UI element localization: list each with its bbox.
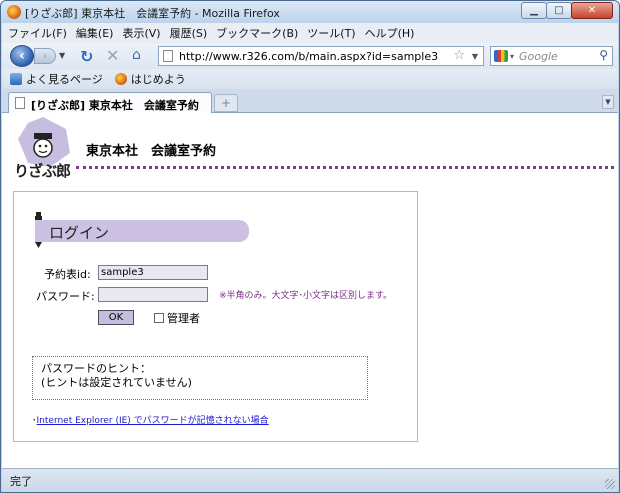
bookmark-star-icon[interactable]: ☆ [453, 48, 465, 63]
url-bar[interactable]: ☆ ▼ [158, 46, 484, 66]
ie-help: ･Internet Explorer (IE) でパスワードが記憶されない場合 [32, 413, 269, 426]
login-heading: ログイン [49, 224, 110, 242]
menu-view[interactable]: 表示(V) [122, 25, 160, 41]
history-dropdown-icon[interactable]: ▼ [59, 51, 65, 60]
menu-help[interactable]: ヘルプ(H) [365, 25, 415, 41]
status-bar: 完了 [2, 468, 618, 492]
window-title: [りざぶ郎] 東京本社 会議室予約 - Mozilla Firefox [25, 7, 280, 20]
bookmarks-toolbar: よく見るページ はじめよう [2, 69, 618, 89]
status-text: 完了 [10, 475, 32, 488]
page-icon [15, 97, 25, 109]
menu-edit[interactable]: 編集(E) [76, 25, 114, 41]
back-button[interactable]: ‹ [10, 45, 34, 67]
hint-title: パスワードのヒント： [41, 362, 151, 375]
bookmark-label: はじめよう [130, 73, 186, 86]
new-tab-button[interactable]: + [214, 94, 238, 112]
window-controls: ▁ □ ✕ [521, 2, 613, 19]
password-note: ※半角のみ。大文字･小文字は区別します。 [219, 291, 393, 301]
stop-icon[interactable]: ✕ [106, 46, 119, 65]
hint-body: (ヒントは設定されていません) [41, 376, 192, 389]
search-input[interactable] [519, 48, 589, 64]
login-panel: ログイン 予約表id: パスワード: ※半角のみ。大文字･小文字は区別します。 … [13, 191, 418, 442]
tab-list-dropdown-icon[interactable]: ▼ [602, 95, 614, 109]
close-button[interactable]: ✕ [571, 2, 613, 19]
tab-active[interactable]: [りざぶ郎] 東京本社 会議室予約 [8, 92, 212, 113]
page-content: りざぶ郎 東京本社 会議室予約 ログイン 予約表id: パスワード: ※半角のみ… [2, 113, 618, 468]
navigation-toolbar: ‹ › ▼ ↻ ✕ ⌂ ☆ ▼ ▾ ⚲ [2, 43, 618, 69]
engine-dropdown-icon[interactable]: ▾ [510, 52, 514, 61]
reload-icon[interactable]: ↻ [80, 47, 93, 66]
page-icon [163, 50, 173, 62]
login-heading-bar: ログイン [35, 220, 249, 242]
bookmark-most-visited[interactable]: よく見るページ [10, 71, 103, 87]
page-title: 東京本社 会議室予約 [86, 144, 217, 159]
logo-text: りざぶ郎 [14, 162, 71, 180]
id-input[interactable] [98, 265, 208, 280]
firefox-icon [7, 5, 21, 19]
most-visited-icon [10, 73, 22, 85]
search-icon[interactable]: ⚲ [599, 48, 608, 62]
header-divider [76, 166, 614, 169]
title-bar: [りざぶ郎] 東京本社 会議室予約 - Mozilla Firefox ▁ □ … [1, 1, 619, 23]
arrow-right-icon: › [43, 50, 47, 62]
id-label: 予約表id: [44, 268, 91, 281]
tab-label: [りざぶ郎] 東京本社 会議室予約 [31, 99, 199, 112]
menu-tools[interactable]: ツール(T) [307, 25, 355, 41]
bookmark-getting-started[interactable]: はじめよう [114, 71, 186, 87]
menu-history[interactable]: 履歴(S) [170, 25, 208, 41]
google-icon[interactable] [494, 50, 508, 62]
url-dropdown-icon[interactable]: ▼ [472, 52, 478, 61]
password-label: パスワード: [36, 290, 95, 303]
admin-checkbox[interactable]: 管理者 [154, 310, 200, 326]
browser-window: [りざぶ郎] 東京本社 会議室予約 - Mozilla Firefox ▁ □ … [0, 0, 620, 493]
admin-label: 管理者 [167, 312, 200, 325]
password-input[interactable] [98, 287, 208, 302]
forward-button[interactable]: › [34, 48, 56, 64]
ok-button[interactable]: OK [98, 310, 134, 325]
tab-strip: [りざぶ郎] 東京本社 会議室予約 + ▼ [2, 89, 618, 113]
home-icon[interactable]: ⌂ [132, 47, 141, 63]
arrow-left-icon: ‹ [19, 48, 25, 64]
ie-password-link[interactable]: Internet Explorer (IE) でパスワードが記憶されない場合 [37, 416, 269, 426]
url-input[interactable] [179, 48, 449, 64]
menu-file[interactable]: ファイル(F) [8, 25, 67, 41]
search-bar[interactable]: ▾ ⚲ [490, 46, 613, 66]
maximize-button[interactable]: □ [546, 2, 572, 19]
resize-grip-icon[interactable] [605, 479, 615, 489]
menu-bar: ファイル(F) 編集(E) 表示(V) 履歴(S) ブックマーク(B) ツール(… [2, 23, 618, 43]
password-hint-box: パスワードのヒント： (ヒントは設定されていません) [32, 356, 368, 400]
menu-bookmarks[interactable]: ブックマーク(B) [216, 25, 298, 41]
minimize-button[interactable]: ▁ [521, 2, 547, 19]
bookmark-label: よく見るページ [26, 73, 103, 86]
firefox-icon [114, 73, 127, 85]
checkbox-icon[interactable] [154, 313, 164, 323]
